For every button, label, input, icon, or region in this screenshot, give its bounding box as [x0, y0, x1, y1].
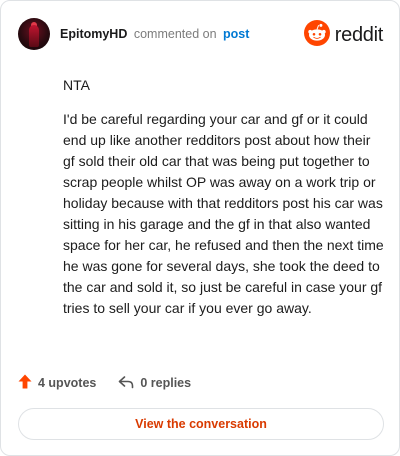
view-conversation-button[interactable]: View the conversation: [18, 408, 384, 440]
comment-paragraph: NTA: [63, 77, 90, 93]
avatar[interactable]: [18, 18, 50, 50]
reddit-logo-text: reddit: [334, 24, 384, 46]
replies-count: 0 replies: [140, 376, 192, 390]
reddit-logo[interactable]: reddit: [303, 20, 384, 51]
post-link[interactable]: post: [223, 27, 249, 41]
comment-header: EpitomyHD commented on post reddit: [18, 16, 383, 52]
action-text: commented on: [133, 27, 217, 41]
comment-footer: 4 upvotes 0 replies: [18, 373, 191, 393]
upvotes-count: 4 upvotes: [38, 376, 97, 390]
comment-card: EpitomyHD commented on post reddit NTA I…: [0, 0, 400, 456]
replies-stat[interactable]: 0 replies: [118, 375, 191, 392]
upvote-arrow-icon[interactable]: [18, 374, 38, 392]
username[interactable]: EpitomyHD: [60, 27, 127, 41]
reddit-snoo-icon: [303, 20, 330, 51]
comment-paragraph: I'd be careful regarding your car and gf…: [63, 111, 384, 316]
avatar-figure: [29, 25, 39, 47]
reply-arrow-icon[interactable]: [118, 375, 140, 392]
upvotes-stat[interactable]: 4 upvotes: [18, 374, 96, 392]
comment-body: NTA I'd be careful regarding your car an…: [63, 75, 385, 332]
comment-meta: EpitomyHD commented on post: [60, 27, 249, 41]
